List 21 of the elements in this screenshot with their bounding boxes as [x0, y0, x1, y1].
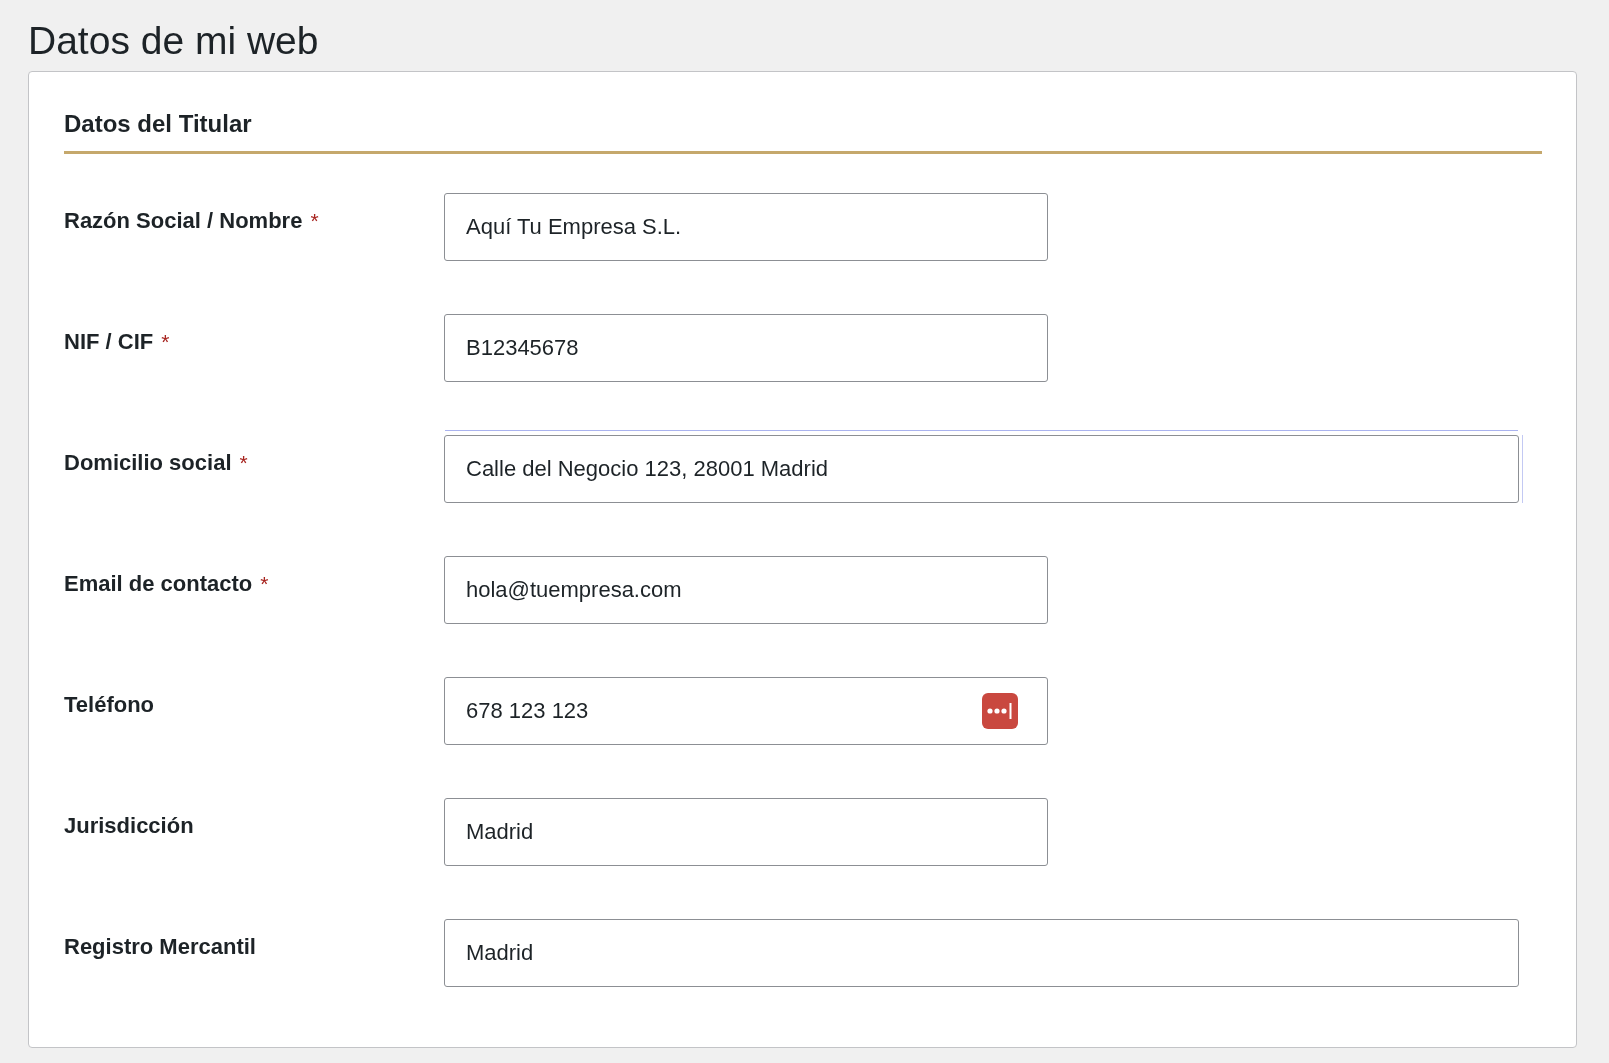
input-field[interactable]: Aquí Tu Empresa S.L. — [444, 193, 1048, 261]
field-label: NIF / CIF — [64, 328, 154, 356]
required-asterisk: * — [260, 571, 269, 597]
field-label: Jurisdicción — [64, 812, 194, 840]
input-field[interactable]: hola@tuempresa.com — [444, 556, 1048, 624]
page-title: Datos de mi web — [28, 18, 319, 64]
section-heading: Datos del Titular — [64, 109, 252, 138]
input-field[interactable]: Calle del Negocio 123, 28001 Madrid — [444, 435, 1519, 503]
field-label: Registro Mercantil — [64, 933, 256, 961]
password-dots-icon[interactable] — [982, 693, 1018, 729]
field-label: Domicilio social — [64, 449, 232, 477]
required-asterisk: * — [161, 329, 170, 355]
input-field[interactable]: Madrid — [444, 798, 1048, 866]
input-field[interactable]: 678 123 123 — [444, 677, 1048, 745]
input-field[interactable]: Madrid — [444, 919, 1519, 987]
field-label: Razón Social / Nombre — [64, 207, 303, 235]
required-asterisk: * — [310, 208, 319, 234]
required-asterisk: * — [239, 450, 248, 476]
field-label: Email de contacto — [64, 570, 253, 598]
field-label: Teléfono — [64, 691, 155, 719]
input-field[interactable]: B12345678 — [444, 314, 1048, 382]
